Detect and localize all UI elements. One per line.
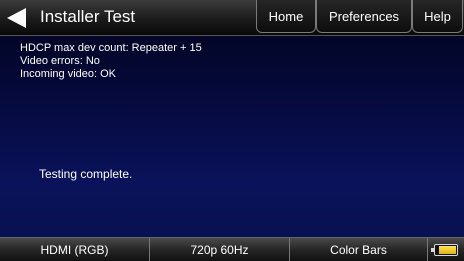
hdcp-status: HDCP max dev count: Repeater + 15 — [20, 42, 202, 54]
tab-help[interactable]: Help — [412, 0, 463, 33]
pattern-button[interactable]: Color Bars — [290, 238, 428, 261]
page-title: Installer Test — [40, 7, 136, 26]
testing-complete-message: Testing complete. — [39, 167, 133, 181]
bottom-status-bar: HDMI (RGB) 720p 60Hz Color Bars — [0, 237, 464, 261]
battery-status — [428, 238, 464, 261]
battery-level-fill — [439, 245, 456, 254]
incoming-video-status: Incoming video: OK — [20, 68, 116, 80]
installer-test-screen: Installer Test Home Preferences Help HDC… — [0, 0, 464, 261]
tab-home[interactable]: Home — [256, 0, 316, 33]
battery-icon — [431, 243, 458, 256]
timing-button[interactable]: 720p 60Hz — [150, 238, 290, 261]
video-errors-status: Video errors: No — [20, 55, 100, 67]
video-format-button[interactable]: HDMI (RGB) — [0, 238, 150, 261]
status-panel: HDCP max dev count: Repeater + 15 Video … — [20, 42, 202, 81]
tab-preferences[interactable]: Preferences — [316, 0, 412, 33]
back-arrow-icon[interactable] — [4, 5, 30, 31]
title-bar: Installer Test Home Preferences Help — [0, 0, 464, 36]
